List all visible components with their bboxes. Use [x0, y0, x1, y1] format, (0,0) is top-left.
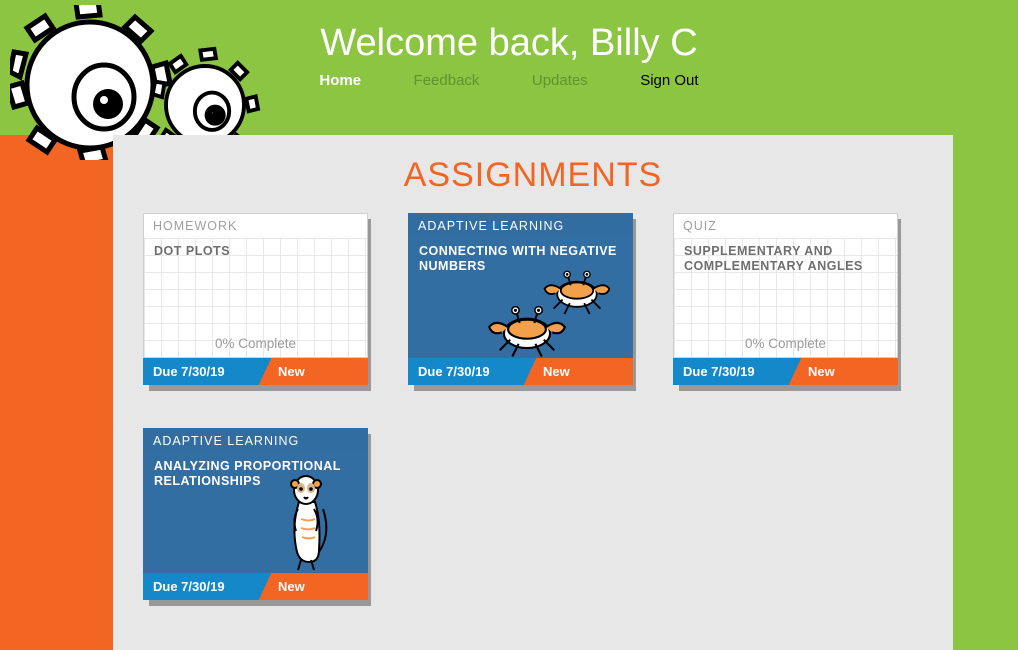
section-title: ASSIGNMENTS — [143, 156, 923, 195]
card-body: CONNECTING WITH NEGATIVE NUMBERS — [408, 238, 633, 358]
card-due: Due 7/30/19 — [153, 579, 225, 594]
card-status: New — [543, 364, 570, 379]
background-accent — [0, 135, 115, 650]
card-progress: 0% Complete — [674, 336, 897, 351]
card-body: ANALYZING PROPORTIONAL RELATIONSHIPS — [143, 453, 368, 573]
assignment-card[interactable]: ADAPTIVE LEARNING CONNECTING WITH NEGATI… — [408, 213, 633, 385]
card-title: CONNECTING WITH NEGATIVE NUMBERS — [419, 244, 622, 274]
card-body: SUPPLEMENTARY AND COMPLEMENTARY ANGLES 0… — [673, 238, 898, 358]
card-status: New — [808, 364, 835, 379]
card-category: ADAPTIVE LEARNING — [143, 428, 368, 453]
card-footer: New Due 7/30/19 — [673, 358, 898, 385]
card-category: HOMEWORK — [143, 213, 368, 238]
card-due: Due 7/30/19 — [153, 364, 225, 379]
assignment-card[interactable]: QUIZ SUPPLEMENTARY AND COMPLEMENTARY ANG… — [673, 213, 898, 385]
card-due: Due 7/30/19 — [683, 364, 755, 379]
card-category: QUIZ — [673, 213, 898, 238]
card-title: DOT PLOTS — [154, 244, 357, 259]
nav-sign-out[interactable]: Sign Out — [640, 72, 698, 89]
card-status: New — [278, 364, 305, 379]
card-title: SUPPLEMENTARY AND COMPLEMENTARY ANGLES — [684, 244, 887, 274]
assignment-card[interactable]: ADAPTIVE LEARNING ANALYZING PROPORTIONAL… — [143, 428, 368, 600]
main-panel: ASSIGNMENTS HOMEWORK DOT PLOTS 0% Comple… — [113, 135, 953, 650]
card-footer: New Due 7/30/19 — [143, 358, 368, 385]
main-nav: Home Feedback Updates Sign Out — [0, 72, 1018, 90]
card-status: New — [278, 579, 305, 594]
nav-home[interactable]: Home — [319, 72, 361, 89]
assignment-card-grid: HOMEWORK DOT PLOTS 0% Complete New Due 7… — [143, 213, 923, 643]
card-footer: New Due 7/30/19 — [143, 573, 368, 600]
card-category: ADAPTIVE LEARNING — [408, 213, 633, 238]
card-due: Due 7/30/19 — [418, 364, 490, 379]
card-progress: 0% Complete — [144, 336, 367, 351]
assignment-card[interactable]: HOMEWORK DOT PLOTS 0% Complete New Due 7… — [143, 213, 368, 385]
card-title: ANALYZING PROPORTIONAL RELATIONSHIPS — [154, 459, 357, 489]
nav-updates[interactable]: Updates — [532, 72, 588, 89]
card-body: DOT PLOTS 0% Complete — [143, 238, 368, 358]
nav-feedback[interactable]: Feedback — [414, 72, 480, 89]
card-footer: New Due 7/30/19 — [408, 358, 633, 385]
welcome-greeting: Welcome back, Billy C — [0, 22, 1018, 65]
